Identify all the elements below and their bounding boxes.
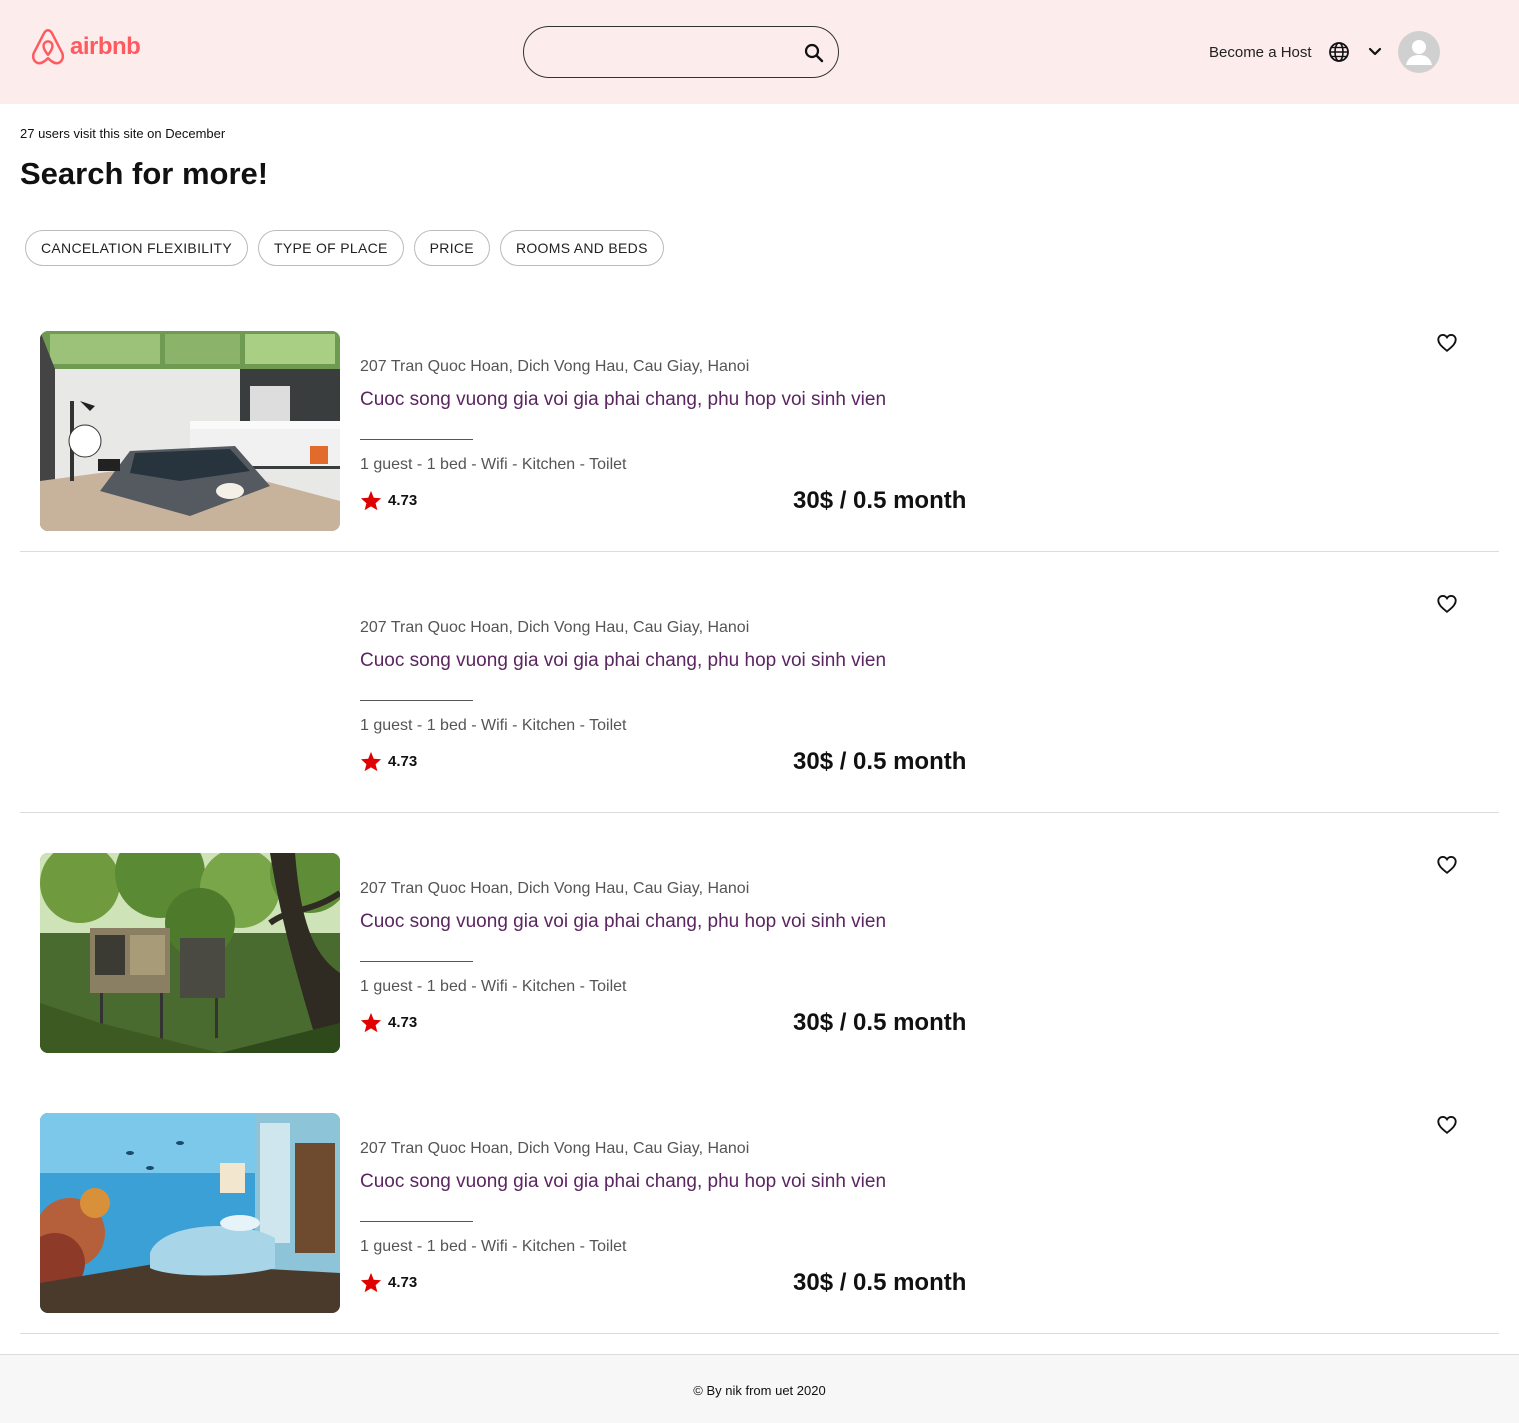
heart-icon[interactable] [1436, 332, 1458, 354]
filter-price[interactable]: PRICE [413, 230, 490, 266]
heart-icon[interactable] [1436, 1114, 1458, 1136]
listing-address: 207 Tran Quoc Hoan, Dich Vong Hau, Cau G… [360, 619, 750, 636]
footer-copyright: © By nik from uet 2020 [693, 1383, 826, 1398]
heart-icon[interactable] [1436, 854, 1458, 876]
treehouse-image [40, 853, 340, 1053]
star-icon [360, 490, 382, 511]
listing-amenities: 1 guest - 1 bed - Wifi - Kitchen - Toile… [360, 456, 627, 473]
become-host-link[interactable]: Become a Host [1209, 44, 1312, 61]
visit-count-text: 27 users visit this site on December [20, 126, 226, 141]
search-bar[interactable] [523, 26, 839, 78]
listing-address: 207 Tran Quoc Hoan, Dich Vong Hau, Cau G… [360, 358, 750, 375]
airbnb-logo-icon [31, 29, 65, 65]
listing-image[interactable] [40, 853, 340, 1053]
rating-value: 4.73 [388, 1014, 418, 1031]
logo-text: airbnb [70, 33, 141, 60]
rating-value: 4.73 [388, 753, 418, 770]
listing-price: 30$ / 0.5 month [793, 748, 967, 775]
rating-value: 4.73 [388, 1274, 418, 1291]
listing-divider [360, 1221, 473, 1222]
listing-title[interactable]: Cuoc song vuong gia voi gia phai chang, … [360, 389, 886, 411]
modern-bedroom-image [40, 331, 340, 531]
listing-title[interactable]: Cuoc song vuong gia voi gia phai chang, … [360, 911, 886, 933]
heart-icon[interactable] [1436, 593, 1458, 615]
listing-image-placeholder[interactable] [40, 592, 340, 792]
globe-icon[interactable] [1328, 41, 1350, 63]
top-header: airbnb Become a Host [0, 0, 1519, 104]
listing-card[interactable]: 207 Tran Quoc Hoan, Dich Vong Hau, Cau G… [20, 331, 1499, 552]
listing-image[interactable] [40, 1113, 340, 1313]
user-avatar[interactable] [1398, 31, 1440, 73]
listing-price: 30$ / 0.5 month [793, 487, 967, 514]
listing-amenities: 1 guest - 1 bed - Wifi - Kitchen - Toile… [360, 978, 627, 995]
listing-divider [360, 961, 473, 962]
underwater-bedroom-image [40, 1113, 340, 1313]
listing-card[interactable]: 207 Tran Quoc Hoan, Dich Vong Hau, Cau G… [20, 1113, 1499, 1334]
chevron-down-icon[interactable] [1366, 43, 1384, 61]
filter-cancelation-flexibility[interactable]: CANCELATION FLEXIBILITY [25, 230, 249, 266]
rating-value: 4.73 [388, 492, 418, 509]
user-icon [1406, 40, 1432, 65]
page-footer: © By nik from uet 2020 [0, 1354, 1519, 1423]
listing-price: 30$ / 0.5 month [793, 1009, 967, 1036]
listing-title[interactable]: Cuoc song vuong gia voi gia phai chang, … [360, 1171, 886, 1193]
star-icon [360, 1012, 382, 1033]
listing-address: 207 Tran Quoc Hoan, Dich Vong Hau, Cau G… [360, 880, 750, 897]
listing-amenities: 1 guest - 1 bed - Wifi - Kitchen - Toile… [360, 717, 627, 734]
listing-rating: 4.73 [360, 490, 417, 511]
listing-title[interactable]: Cuoc song vuong gia voi gia phai chang, … [360, 650, 886, 672]
listing-price: 30$ / 0.5 month [793, 1269, 967, 1296]
listing-card[interactable]: 207 Tran Quoc Hoan, Dich Vong Hau, Cau G… [20, 853, 1499, 1053]
listing-divider [360, 700, 473, 701]
airbnb-logo[interactable]: airbnb [30, 28, 141, 66]
page-heading: Search for more! [20, 156, 269, 191]
listing-card[interactable]: 207 Tran Quoc Hoan, Dich Vong Hau, Cau G… [20, 592, 1499, 813]
listing-rating: 4.73 [360, 1012, 417, 1033]
search-input[interactable] [544, 39, 804, 65]
star-icon [360, 1272, 382, 1293]
search-button[interactable] [802, 41, 826, 65]
listing-amenities: 1 guest - 1 bed - Wifi - Kitchen - Toile… [360, 1238, 627, 1255]
filter-type-of-place[interactable]: TYPE OF PLACE [258, 230, 404, 266]
filter-bar: CANCELATION FLEXIBILITY TYPE OF PLACE PR… [25, 230, 664, 266]
listing-rating: 4.73 [360, 1272, 417, 1293]
filter-rooms-and-beds[interactable]: ROOMS AND BEDS [499, 230, 664, 266]
listing-divider [360, 439, 473, 440]
listing-rating: 4.73 [360, 751, 417, 772]
listing-address: 207 Tran Quoc Hoan, Dich Vong Hau, Cau G… [360, 1140, 750, 1157]
search-icon [804, 43, 824, 63]
star-icon [360, 751, 382, 772]
listing-image[interactable] [40, 331, 340, 531]
